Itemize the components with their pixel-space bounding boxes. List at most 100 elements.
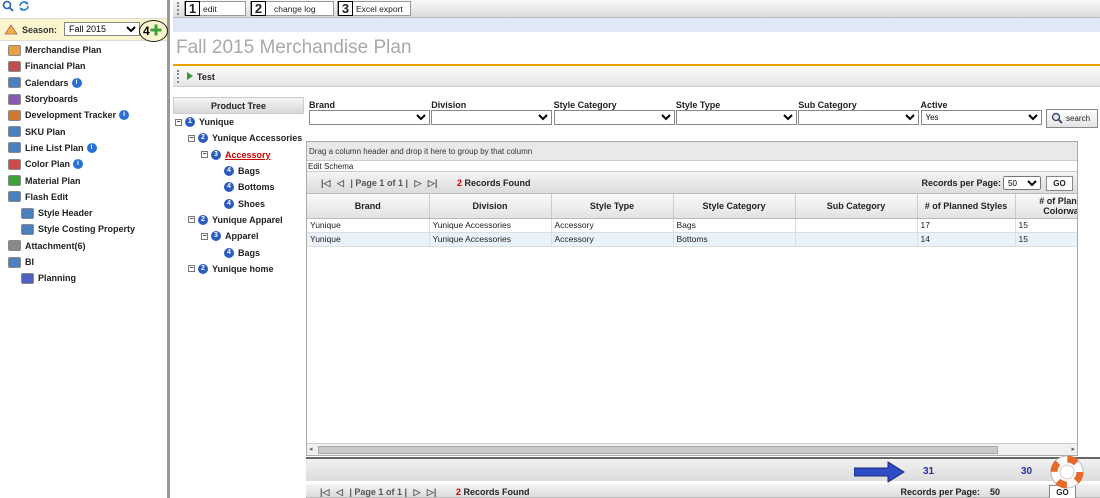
table-row[interactable]: Yunique Yunique Accessories Accessory Bags 1… bbox=[307, 218, 1077, 233]
nav-item[interactable]: Calendars i bbox=[0, 75, 167, 91]
nav-item[interactable]: Storyboards bbox=[0, 91, 167, 107]
collapse-icon[interactable]: − bbox=[201, 151, 208, 159]
filter-dropdown[interactable] bbox=[675, 110, 797, 125]
page-title: Fall 2015 Merchandise Plan bbox=[176, 37, 412, 58]
season-icon bbox=[4, 23, 18, 35]
records-found: 2 Records Found bbox=[457, 178, 531, 188]
tree-node[interactable]: −2 Yunique Accessories bbox=[173, 130, 304, 146]
info-badge-icon[interactable]: i bbox=[71, 77, 82, 88]
first-page-icon[interactable]: |◁ bbox=[320, 487, 329, 497]
column-header[interactable]: # of Planned Styles bbox=[917, 194, 1016, 219]
edit-schema-link[interactable]: Edit Schema bbox=[307, 161, 1077, 172]
sku-icon bbox=[8, 126, 21, 138]
nav-item[interactable]: Financial Plan bbox=[0, 58, 167, 74]
tree-node[interactable]: 4 Shoes bbox=[173, 195, 304, 211]
main-toolbar: 1 edit 2 change log 3 Excel export bbox=[173, 0, 1100, 18]
filter-bar: Brand Division Style Category Style Type Sub… bbox=[307, 97, 1100, 131]
column-header[interactable]: Brand bbox=[307, 194, 430, 219]
column-header[interactable]: Style Category bbox=[673, 194, 796, 219]
bi-icon bbox=[8, 256, 21, 268]
filter-dropdown[interactable] bbox=[309, 110, 430, 125]
column-header[interactable]: Sub Category bbox=[795, 194, 918, 219]
scroll-left-icon[interactable]: ◂ bbox=[309, 445, 313, 453]
info-badge-icon[interactable]: i bbox=[86, 142, 97, 153]
nav-item[interactable]: Style Costing Property bbox=[0, 221, 167, 237]
nav-item[interactable]: Material Plan bbox=[0, 172, 167, 188]
next-page-icon[interactable]: ▷ bbox=[414, 178, 421, 188]
season-label: Season: bbox=[22, 25, 58, 35]
tree-node[interactable]: −1 Yunique bbox=[173, 114, 304, 130]
horizontal-scrollbar[interactable]: ◂ ▸ bbox=[307, 443, 1077, 455]
records-found: 2 Records Found bbox=[456, 487, 530, 497]
total-planned-colorways: 30 bbox=[1021, 466, 1033, 477]
nav-item[interactable]: Color Plan i bbox=[0, 156, 167, 172]
table-row[interactable]: Yunique Yunique Accessories Accessory Botto… bbox=[307, 232, 1077, 247]
tree-node[interactable]: −2 Yunique home bbox=[173, 261, 304, 277]
level-badge-icon: 4 bbox=[224, 198, 234, 209]
scrollbar-thumb[interactable] bbox=[318, 446, 998, 454]
tree-node[interactable]: 4 Bags bbox=[173, 163, 304, 179]
last-page-icon[interactable]: ▷| bbox=[427, 487, 436, 497]
test-section-bar[interactable]: Test bbox=[173, 67, 1100, 87]
nav-item-label: Attachment(6) bbox=[25, 240, 86, 251]
nav-item-label: Line List Plan bbox=[25, 142, 84, 153]
collapse-icon[interactable]: − bbox=[175, 118, 182, 126]
tree-node[interactable]: −2 Yunique Apparel bbox=[173, 212, 304, 228]
filter-dropdown[interactable]: Yes bbox=[920, 110, 1042, 125]
change-log-button[interactable]: 2 change log bbox=[250, 1, 334, 16]
level-badge-icon: 4 bbox=[224, 182, 234, 193]
table-cell bbox=[795, 218, 918, 233]
collapse-icon[interactable]: − bbox=[188, 134, 195, 142]
tree-node[interactable]: −3 Accessory bbox=[173, 147, 304, 163]
filter-dropdown[interactable] bbox=[798, 110, 920, 125]
refresh-icon[interactable] bbox=[18, 0, 30, 14]
group-by-zone[interactable]: Drag a column header and drop it here to… bbox=[307, 142, 1077, 161]
collapse-icon[interactable]: − bbox=[188, 265, 195, 273]
go-button[interactable]: GO bbox=[1046, 176, 1073, 191]
calendar-icon bbox=[8, 77, 21, 89]
level-badge-icon: 4 bbox=[224, 166, 234, 177]
search-button-label: search bbox=[1066, 114, 1091, 123]
records-per-page-select[interactable]: 50 bbox=[1003, 176, 1041, 190]
expand-arrow-icon[interactable] bbox=[187, 72, 193, 80]
nav-item[interactable]: Style Header bbox=[0, 205, 167, 221]
nav-item[interactable]: Merchandise Plan bbox=[0, 42, 167, 58]
collapse-icon[interactable]: − bbox=[201, 232, 208, 240]
prev-page-icon[interactable]: ◁ bbox=[337, 178, 344, 188]
nav-item[interactable]: SKU Plan bbox=[0, 123, 167, 139]
next-page-icon[interactable]: ▷ bbox=[413, 487, 420, 497]
nav-item[interactable]: Attachment(6) bbox=[0, 238, 167, 254]
nav-item[interactable]: Line List Plan i bbox=[0, 140, 167, 156]
nav-item[interactable]: Development Tracker i bbox=[0, 107, 167, 123]
filter-dropdown[interactable] bbox=[553, 110, 675, 125]
tree-node[interactable]: 4 Bags bbox=[173, 244, 304, 260]
collapse-icon[interactable]: − bbox=[188, 216, 195, 224]
excel-export-button[interactable]: 3 Excel export bbox=[337, 1, 411, 16]
tree-node[interactable]: 4 Bottoms bbox=[173, 179, 304, 195]
info-badge-icon[interactable]: i bbox=[73, 159, 84, 170]
tree-node[interactable]: −3 Apparel bbox=[173, 228, 304, 244]
column-header[interactable]: Division bbox=[429, 194, 552, 219]
color-icon bbox=[8, 158, 21, 170]
records-label: Records Found bbox=[464, 178, 531, 188]
edit-button[interactable]: 1 edit bbox=[184, 1, 246, 16]
season-dropdown[interactable]: Fall 2015 bbox=[64, 22, 140, 36]
add-season-icon[interactable] bbox=[150, 24, 162, 38]
nav-item[interactable]: Planning bbox=[0, 270, 167, 286]
nav-item-label: Storyboards bbox=[25, 94, 79, 105]
help-lifebuoy-icon[interactable] bbox=[1047, 452, 1087, 494]
info-badge-icon[interactable]: i bbox=[119, 110, 130, 121]
magnifier-icon bbox=[1051, 112, 1063, 126]
annotation-number-2: 2 bbox=[251, 1, 266, 16]
filter-label: Division bbox=[431, 100, 467, 110]
nav-item[interactable]: BI bbox=[0, 254, 167, 270]
nav-item[interactable]: Flash Edit bbox=[0, 189, 167, 205]
first-page-icon[interactable]: |◁ bbox=[321, 178, 330, 188]
last-page-icon[interactable]: ▷| bbox=[428, 178, 437, 188]
search-button[interactable]: search bbox=[1046, 109, 1098, 128]
filter-dropdown[interactable] bbox=[431, 110, 553, 125]
column-header[interactable]: Style Type bbox=[551, 194, 674, 219]
search-icon[interactable] bbox=[2, 0, 14, 14]
prev-page-icon[interactable]: ◁ bbox=[336, 487, 343, 497]
column-header[interactable]: # of Planned Colorways bbox=[1015, 194, 1077, 219]
